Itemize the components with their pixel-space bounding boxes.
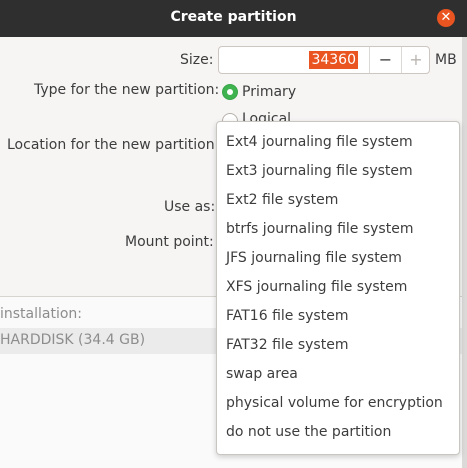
- menu-item-encryption[interactable]: physical volume for encryption: [226, 392, 443, 414]
- size-unit-label: MB: [435, 52, 457, 68]
- close-button[interactable]: ✕: [437, 9, 455, 27]
- size-stepper[interactable]: 34360 − +: [218, 46, 430, 74]
- menu-item-ext2[interactable]: Ext2 file system: [226, 189, 338, 211]
- close-icon: ✕: [440, 10, 452, 25]
- menu-item-ext3[interactable]: Ext3 journaling file system: [226, 160, 413, 182]
- use-as-label: Use as:: [164, 199, 216, 215]
- menu-item-fat32[interactable]: FAT32 file system: [226, 334, 348, 356]
- size-label: Size:: [180, 52, 214, 68]
- use-as-dropdown-menu[interactable]: Ext4 journaling file system Ext3 journal…: [216, 121, 460, 455]
- menu-item-jfs[interactable]: JFS journaling file system: [226, 247, 402, 269]
- size-input[interactable]: 34360: [309, 51, 358, 69]
- window-edge: [462, 37, 467, 468]
- menu-item-btrfs[interactable]: btrfs journaling file system: [226, 218, 413, 240]
- title-bar: Create partition ✕: [0, 0, 467, 37]
- primary-radio[interactable]: [222, 84, 238, 100]
- installation-label: installation:: [0, 306, 83, 322]
- increase-size-button[interactable]: +: [402, 47, 430, 73]
- decrease-size-button[interactable]: −: [370, 47, 401, 73]
- primary-radio-label[interactable]: Primary: [242, 84, 296, 100]
- menu-item-xfs[interactable]: XFS journaling file system: [226, 276, 407, 298]
- partition-type-label: Type for the new partition:: [34, 82, 220, 98]
- menu-item-fat16[interactable]: FAT16 file system: [226, 305, 348, 327]
- location-label: Location for the new partition:: [7, 137, 220, 153]
- menu-item-swap[interactable]: swap area: [226, 363, 298, 385]
- device-value: HARDDISK (34.4 GB): [0, 332, 146, 348]
- menu-item-do-not-use[interactable]: do not use the partition: [226, 421, 391, 443]
- window-title: Create partition: [170, 9, 297, 25]
- mount-point-label: Mount point:: [125, 234, 214, 250]
- menu-item-ext4[interactable]: Ext4 journaling file system: [226, 131, 413, 153]
- create-partition-dialog: Create partition ✕ installation: HARDDIS…: [0, 0, 467, 468]
